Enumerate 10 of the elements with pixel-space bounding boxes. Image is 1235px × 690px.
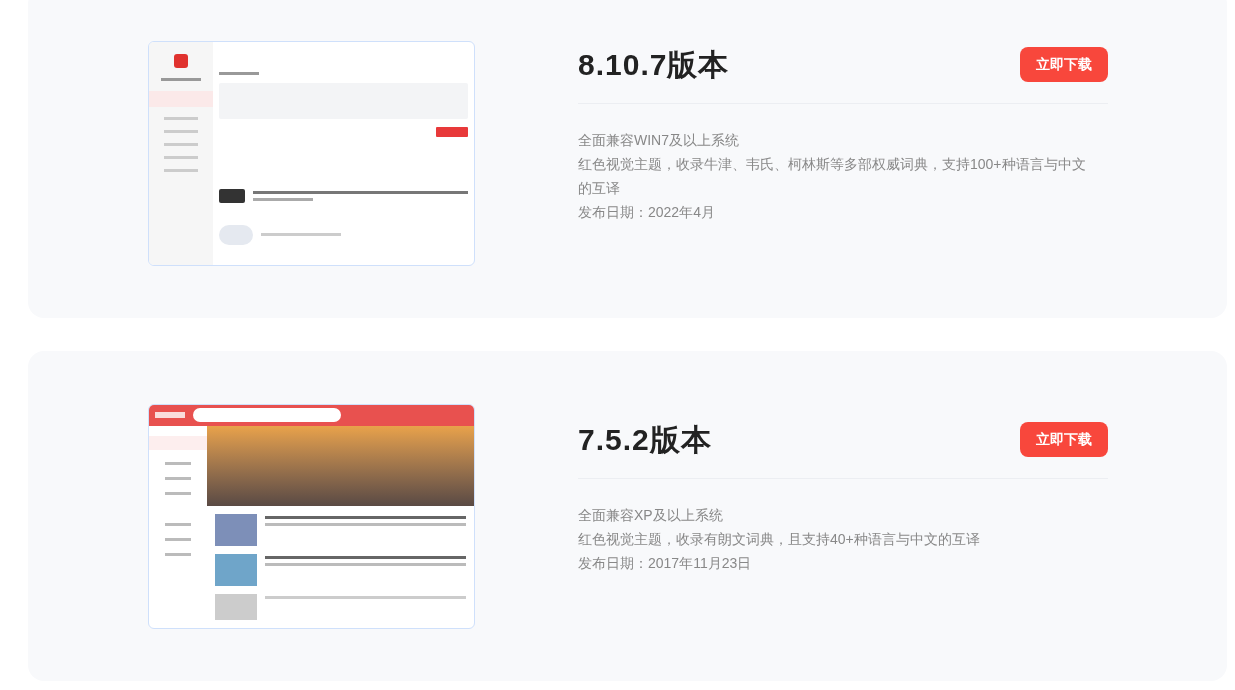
download-button[interactable]: 立即下载 [1020,422,1108,457]
description-text: 发布日期：2022年4月 [578,203,716,222]
description-text: 全面兼容XP及以上系统 [578,506,724,525]
download-button[interactable]: 立即下载 [1020,47,1108,82]
description-text: 全面兼容WIN7及以上系统 [578,131,740,150]
version-title: 8.10.7版本 [578,47,730,83]
version-title: 7.5.2版本 [578,422,712,458]
description-text: 发布日期：2017年11月23日 [578,554,753,573]
description-text: 红色视觉主题，收录牛津、韦氏、柯林斯等多部权威词典，支持100+种语言与中文的互译 [578,155,1087,198]
description-text: 红色视觉主题，收录有朗文词典，且支持40+种语言与中文的互译 [578,530,981,549]
